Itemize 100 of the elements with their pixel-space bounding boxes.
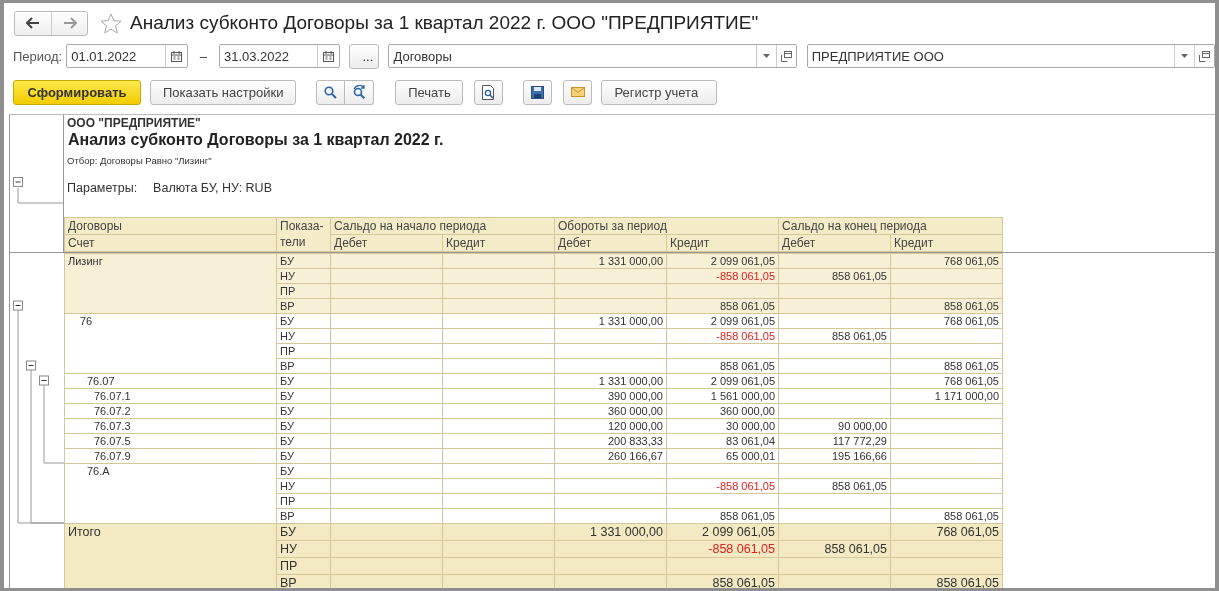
indicator-cell: БУ: [276, 433, 331, 449]
table-cell: 2 099 061,05: [666, 253, 779, 269]
collapse-icon[interactable]: [39, 375, 49, 386]
indicator-cell: БУ: [276, 253, 331, 269]
account-cell: 76.07.3: [64, 418, 277, 434]
table-cell: 83 061,04: [666, 433, 779, 449]
back-arrow-icon[interactable]: [26, 17, 40, 29]
indicator-cell: НУ: [276, 328, 331, 344]
parameters-label: Параметры:: [67, 181, 138, 197]
column-header: Обороты за период: [554, 217, 779, 235]
indicator-cell: ПР: [276, 493, 331, 509]
caret-icon[interactable]: [1181, 54, 1188, 58]
table-cell: 1 331 000,00: [554, 373, 667, 389]
indicator-cell: БУ: [276, 403, 331, 419]
table-cell: 2 099 061,05: [666, 313, 779, 329]
account-cell: 76.07: [64, 373, 277, 389]
window-title: Анализ субконто Договоры за 1 квартал 2022 г. ООО "ПРЕДПРИЯТИЕ": [130, 12, 759, 34]
preview-icon: [482, 84, 496, 100]
indicator-cell: ВР: [276, 358, 331, 374]
indicator-cell: БУ: [276, 388, 331, 404]
table-cell: 768 061,05: [890, 313, 1003, 329]
table-cell: 200 833,33: [554, 433, 667, 449]
envelope-icon: [570, 87, 585, 97]
account-cell: 76: [64, 313, 277, 374]
account-cell: 76.07.2: [64, 403, 277, 419]
settings-button[interactable]: Показать настройки: [150, 79, 297, 105]
indicator-cell: БУ: [276, 373, 331, 389]
column-header: Договоры: [64, 217, 277, 235]
organization-name: ООО "ПРЕДПРИЯТИЕ": [66, 116, 202, 131]
table-cell: -858 061,05: [666, 328, 779, 344]
table-cell: 120 000,00: [554, 418, 667, 434]
table-cell: 195 166,66: [778, 448, 891, 464]
table-cell: 858 061,05: [890, 358, 1003, 374]
table-cell: 117 772,29: [778, 433, 891, 449]
account-cell: 76.07.5: [64, 433, 277, 449]
search-button[interactable]: [316, 79, 346, 105]
filter-text: Отбор: Договоры Равно "Лизинг": [66, 155, 213, 168]
account-cell: 76.А: [64, 463, 277, 524]
table-cell: 1 171 000,00: [890, 388, 1003, 404]
table-cell: 1 331 000,00: [554, 313, 667, 329]
preview-button[interactable]: [474, 79, 504, 105]
period-button[interactable]: ...: [349, 43, 380, 69]
register-menu-button[interactable]: Регистр учета: [601, 79, 718, 105]
table-cell: 1 561 000,00: [666, 388, 779, 404]
account-cell: 76.07.1: [64, 388, 277, 404]
column-header: Показа- тели: [276, 217, 331, 252]
range-separator: –: [199, 48, 207, 64]
search-icon: [324, 85, 338, 99]
account-cell: Лизинг: [64, 253, 277, 314]
table-cell: 65 000,01: [666, 448, 779, 464]
parameters-value: Валюта БУ, НУ: RUB: [153, 181, 272, 197]
table-cell: 1 331 000,00: [554, 253, 667, 269]
generate-button[interactable]: Сформировать: [13, 79, 141, 105]
date-field[interactable]: 31.03.2022: [218, 44, 341, 68]
table-cell: 90 000,00: [778, 418, 891, 434]
account-cell: Итого: [64, 523, 277, 588]
indicator-cell: БУ: [276, 418, 331, 434]
search-refresh-icon: [351, 85, 367, 99]
table-cell: 858 061,05: [890, 508, 1003, 524]
save-button[interactable]: [523, 79, 553, 105]
table-cell: 260 166,67: [554, 448, 667, 464]
table-cell: 858 061,05: [778, 328, 891, 344]
indicator-cell: БУ: [276, 313, 331, 329]
indicator-cell: НУ: [276, 478, 331, 494]
column-header: Сальдо на начало периода: [330, 217, 555, 235]
date-field[interactable]: 01.01.2022: [66, 44, 188, 68]
print-button[interactable]: Печать: [395, 79, 464, 105]
search-refresh-button[interactable]: [345, 79, 375, 105]
table-cell: 390 000,00: [554, 388, 667, 404]
table-cell: 30 000,00: [666, 418, 779, 434]
table-cell: 858 061,05: [778, 478, 891, 494]
report-title: Анализ субконто Договоры за 1 квартал 2022 г.: [67, 131, 445, 150]
forward-arrow-icon[interactable]: [62, 17, 77, 29]
table-cell: 768 061,05: [890, 373, 1003, 389]
star-icon[interactable]: [100, 12, 122, 34]
floppy-icon: [531, 85, 545, 99]
email-button[interactable]: [563, 79, 593, 105]
account-cell: 76.07.9: [64, 448, 277, 464]
column-header: Сальдо на конец периода: [778, 217, 1003, 235]
table-cell: 2 099 061,05: [666, 373, 779, 389]
calendar-icon[interactable]: [170, 50, 182, 62]
indicator-cell: ВР: [276, 508, 331, 524]
table-cell: 360 000,00: [666, 403, 779, 419]
caret-icon[interactable]: [762, 54, 770, 58]
calendar-icon[interactable]: [323, 50, 335, 62]
collapse-icon[interactable]: [26, 360, 36, 371]
open-icon[interactable]: [1199, 50, 1210, 62]
open-icon[interactable]: [780, 50, 792, 62]
table-cell: -858 061,05: [666, 478, 779, 494]
table-cell: 360 000,00: [554, 403, 667, 419]
table-cell: 858 061,05: [666, 358, 779, 374]
collapse-icon[interactable]: [13, 300, 23, 311]
indicator-cell: БУ: [276, 448, 331, 464]
dropdown-field[interactable]: Договоры: [388, 44, 797, 68]
period-label: Период:: [13, 48, 63, 64]
indicator-cell: ПР: [276, 343, 331, 359]
dropdown-field[interactable]: ПРЕДПРИЯТИЕ ООО: [806, 44, 1215, 68]
table-cell: 858 061,05: [666, 508, 779, 524]
indicator-cell: БУ: [276, 463, 331, 479]
table-cell: 768 061,05: [890, 253, 1003, 269]
